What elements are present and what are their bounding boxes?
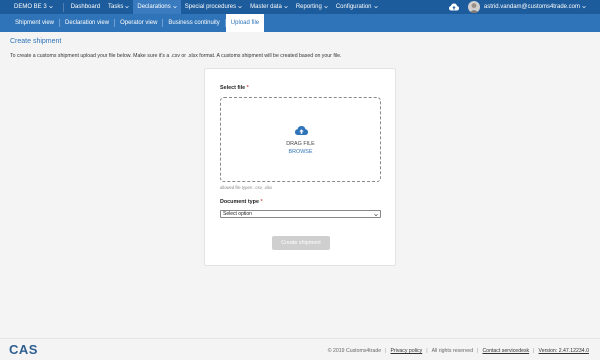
nav-label: Special procedures <box>184 4 237 10</box>
environment-label: DEMO BE 3 <box>14 4 47 10</box>
user-menu[interactable]: astrid.vandam@customs4trade.com <box>484 4 600 10</box>
rights-text: All rights reserved <box>431 348 474 354</box>
nav-label: Tasks <box>108 4 124 10</box>
select-value: Select option <box>223 211 252 217</box>
footer-links: © 2019 Customs4trade | Privacy policy | … <box>328 348 589 354</box>
tab-operator-view[interactable]: Operator view <box>115 14 162 32</box>
required-mark: * <box>246 85 249 91</box>
avatar[interactable] <box>467 1 480 13</box>
divider: | <box>477 348 479 354</box>
footer: CAS © 2019 Customs4trade | Privacy polic… <box>0 338 600 360</box>
nav-declarations[interactable]: Declarations <box>133 0 181 14</box>
sub-navbar: Shipment view Declaration view Operator … <box>0 14 600 32</box>
privacy-policy-link[interactable]: Privacy policy <box>390 348 422 354</box>
version-link[interactable]: Version: 2.47.12234.0 <box>539 348 589 354</box>
tab-declaration-view[interactable]: Declaration view <box>60 14 114 32</box>
divider: | <box>385 348 387 354</box>
page-title: Create shipment <box>10 38 62 45</box>
tab-label: Business continuity <box>168 20 220 26</box>
nav-configuration[interactable]: Configuration <box>332 0 382 14</box>
browse-link[interactable]: BROWSE <box>221 149 380 155</box>
chevron-down-icon <box>374 213 378 217</box>
nav-tasks[interactable]: Tasks <box>104 0 133 14</box>
chevron-down-icon <box>582 5 586 9</box>
file-dropzone[interactable]: DRAG FILE BROWSE <box>220 97 381 182</box>
cloud-upload-icon[interactable] <box>448 2 459 12</box>
chevron-down-icon <box>48 5 53 9</box>
nav-special-procedures[interactable]: Special procedures <box>181 0 246 14</box>
nav-master-data[interactable]: Master data <box>246 0 292 14</box>
upload-card: Select file * DRAG FILE BROWSE allowed f… <box>204 68 396 266</box>
required-mark: * <box>260 199 263 205</box>
document-type-text: Document type <box>220 199 259 205</box>
nav-label: Reporting <box>295 4 322 10</box>
tab-business-continuity[interactable]: Business continuity <box>163 14 224 32</box>
create-shipment-button[interactable]: Create shipment <box>272 236 330 250</box>
divider: | <box>533 348 535 354</box>
user-area: astrid.vandam@customs4trade.com <box>448 0 600 14</box>
nav-label: Configuration <box>335 4 372 10</box>
environment-selector[interactable]: DEMO BE 3 <box>0 0 60 14</box>
divider <box>62 2 64 12</box>
nav-label: Master data <box>250 4 282 10</box>
nav-dashboard[interactable]: Dashboard <box>67 0 104 14</box>
nav-reporting[interactable]: Reporting <box>292 0 332 14</box>
tab-label: Shipment view <box>15 20 55 26</box>
user-email: astrid.vandam@customs4trade.com <box>483 4 580 10</box>
drag-file-text: DRAG FILE <box>286 141 315 147</box>
tab-shipment-view[interactable]: Shipment view <box>10 14 59 32</box>
select-file-text: Select file <box>220 85 246 91</box>
nav-label: Declarations <box>137 4 171 10</box>
select-file-label: Select file * <box>220 85 249 91</box>
document-type-select[interactable]: Select option <box>220 210 381 218</box>
copyright-text: © 2019 Customs4trade <box>327 348 382 354</box>
tab-upload-file[interactable]: Upload file <box>225 14 265 32</box>
top-navbar: DEMO BE 3 Dashboard Tasks Declarations S… <box>0 0 600 14</box>
page-description: To create a customs shipment upload your… <box>10 53 342 59</box>
divider: | <box>426 348 428 354</box>
chevron-down-icon <box>324 5 328 9</box>
chevron-down-icon <box>284 5 288 9</box>
chevron-down-icon <box>238 5 242 9</box>
tab-label: Operator view <box>120 20 158 26</box>
chevron-down-icon <box>373 5 378 9</box>
nav-label: Dashboard <box>70 4 101 10</box>
cloud-upload-icon <box>295 123 308 136</box>
allowed-file-types: allowed file types: .csv, .xlsx <box>220 185 273 190</box>
document-type-label: Document type * <box>220 199 263 205</box>
tab-label: Upload file <box>230 20 260 26</box>
chevron-down-icon <box>173 5 177 9</box>
tab-label: Declaration view <box>65 20 110 26</box>
contact-servicedesk-link[interactable]: Contact servicedesk <box>482 348 529 354</box>
chevron-down-icon <box>125 5 130 9</box>
cas-logo: CAS <box>9 342 38 357</box>
